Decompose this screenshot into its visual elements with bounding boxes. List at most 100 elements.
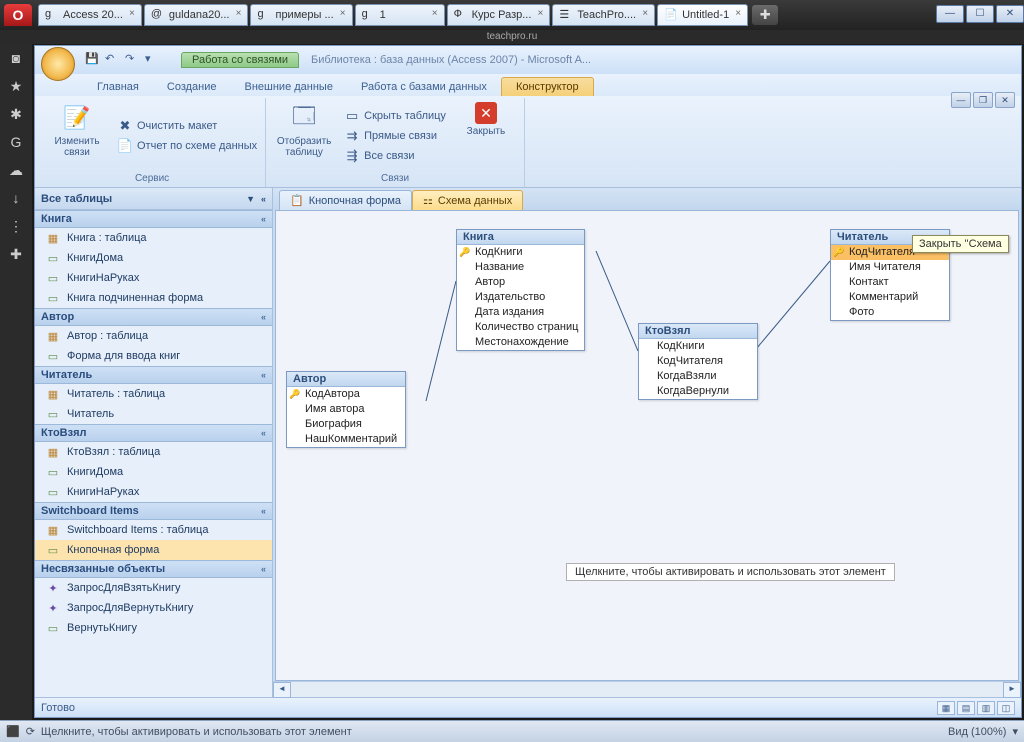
tab-close-icon[interactable]: × — [639, 8, 651, 20]
sidebar-icon[interactable]: ✚ — [7, 246, 25, 264]
address-bar[interactable]: teachpro.ru — [0, 30, 1024, 44]
mdi-close[interactable]: ✕ — [995, 92, 1015, 108]
table-field[interactable]: Название — [457, 260, 584, 275]
opera-menu-button[interactable]: O — [4, 4, 32, 26]
table-field[interactable]: Местонахождение — [457, 335, 584, 350]
nav-item[interactable]: ✦ЗапросДляВзятьКнигу — [35, 578, 272, 598]
table-field[interactable]: КодКниги — [457, 245, 584, 260]
table-field[interactable]: Издательство — [457, 290, 584, 305]
table-field[interactable]: Контакт — [831, 275, 949, 290]
browser-tab[interactable]: gпримеры ...× — [250, 4, 352, 26]
tab-close-icon[interactable]: × — [337, 8, 349, 20]
sidebar-icon[interactable]: ✱ — [7, 106, 25, 124]
collapse-nav-icon[interactable]: « — [261, 194, 266, 204]
table-window[interactable]: АвторКодАвтораИмя автораБиографияНашКомм… — [286, 371, 406, 448]
document-tab[interactable]: 📋Кнопочная форма — [279, 190, 412, 210]
table-field[interactable]: НашКомментарий — [287, 432, 405, 447]
table-window-title[interactable]: КтоВзял — [639, 324, 757, 339]
nav-item[interactable]: ▦Автор : таблица — [35, 326, 272, 346]
horizontal-scrollbar[interactable] — [273, 681, 1021, 697]
nav-item[interactable]: ▦Switchboard Items : таблица — [35, 520, 272, 540]
clear-layout-button[interactable]: ✖Очистить макет — [115, 117, 259, 135]
nav-item[interactable]: ▭Кнопочная форма — [35, 540, 272, 560]
ribbon-tab[interactable]: Внешние данные — [231, 78, 347, 96]
nav-group-header[interactable]: Switchboard Items« — [35, 502, 272, 520]
table-field[interactable]: КогдаВзяли — [639, 369, 757, 384]
redo-icon[interactable]: ↷ — [125, 52, 141, 68]
nav-item[interactable]: ✦ЗапросДляВернутьКнигу — [35, 598, 272, 618]
table-field[interactable]: КодАвтора — [287, 387, 405, 402]
nav-item[interactable]: ▦КтоВзял : таблица — [35, 442, 272, 462]
hide-table-button[interactable]: ▭Скрыть таблицу — [342, 107, 448, 125]
table-window-title[interactable]: Автор — [287, 372, 405, 387]
table-window-title[interactable]: Книга — [457, 230, 584, 245]
sidebar-icon[interactable]: G — [7, 134, 25, 152]
nav-item[interactable]: ▭КнигиНаРуках — [35, 482, 272, 502]
sidebar-icon[interactable]: ◙ — [7, 50, 25, 68]
new-tab-button[interactable]: ✚ — [752, 5, 778, 25]
nav-item[interactable]: ▭ВернутьКнигу — [35, 618, 272, 638]
view-btn[interactable]: ▦ — [937, 701, 955, 715]
table-field[interactable]: Биография — [287, 417, 405, 432]
table-field[interactable]: Фото — [831, 305, 949, 320]
chevron-down-icon[interactable]: ▾ — [1012, 725, 1018, 738]
table-field[interactable]: Количество страниц — [457, 320, 584, 335]
edit-relationships-button[interactable]: 📝 Изменить связи — [45, 100, 109, 172]
view-btn[interactable]: ◫ — [997, 701, 1015, 715]
close-button-ribbon[interactable]: ✕ Закрыть — [454, 100, 518, 172]
mdi-minimize[interactable]: — — [951, 92, 971, 108]
tab-close-icon[interactable]: × — [126, 8, 138, 20]
ribbon-tab[interactable]: Конструктор — [501, 77, 594, 96]
ribbon-tab[interactable]: Главная — [83, 78, 153, 96]
minimize-button[interactable]: — — [936, 5, 964, 23]
table-field[interactable]: Имя Читателя — [831, 260, 949, 275]
browser-tab[interactable]: ФКурс Разр...× — [447, 4, 551, 26]
nav-group-header[interactable]: КтоВзял« — [35, 424, 272, 442]
nav-item[interactable]: ▭Форма для ввода книг — [35, 346, 272, 366]
direct-relations-button[interactable]: ⇉Прямые связи — [342, 127, 448, 145]
sidebar-icon[interactable]: ☁ — [7, 162, 25, 180]
mdi-restore[interactable]: ❐ — [973, 92, 993, 108]
undo-icon[interactable]: ↶ — [105, 52, 121, 68]
browser-tab[interactable]: g1× — [355, 4, 445, 26]
table-field[interactable]: КодЧитателя — [639, 354, 757, 369]
nav-group-header[interactable]: Книга« — [35, 210, 272, 228]
maximize-button[interactable]: ☐ — [966, 5, 994, 23]
view-btn[interactable]: ▤ — [957, 701, 975, 715]
table-field[interactable]: КогдаВернули — [639, 384, 757, 399]
nav-item[interactable]: ▦Читатель : таблица — [35, 384, 272, 404]
ribbon-tab[interactable]: Создание — [153, 78, 231, 96]
nav-item[interactable]: ▭Читатель — [35, 404, 272, 424]
table-field[interactable]: Имя автора — [287, 402, 405, 417]
all-relations-button[interactable]: ⇶Все связи — [342, 147, 448, 165]
zoom-label[interactable]: Вид (100%) — [948, 726, 1006, 738]
nav-group-header[interactable]: Читатель« — [35, 366, 272, 384]
tab-close-icon[interactable]: × — [534, 8, 546, 20]
nav-item[interactable]: ▦Книга : таблица — [35, 228, 272, 248]
relationships-canvas[interactable]: АвторКодАвтораИмя автораБиографияНашКомм… — [275, 210, 1019, 681]
qat-more-icon[interactable]: ▾ — [145, 52, 161, 68]
tab-close-icon[interactable]: × — [232, 8, 244, 20]
table-window[interactable]: КнигаКодКнигиНазваниеАвторИздательствоДа… — [456, 229, 585, 351]
reload-icon[interactable]: ⟳ — [26, 725, 35, 738]
sidebar-icon[interactable]: ↓ — [7, 190, 25, 208]
nav-group-header[interactable]: Автор« — [35, 308, 272, 326]
table-field[interactable]: Дата издания — [457, 305, 584, 320]
table-field[interactable]: КодКниги — [639, 339, 757, 354]
view-btn[interactable]: ▥ — [977, 701, 995, 715]
back-icon[interactable]: ⬛ — [6, 725, 20, 738]
office-button[interactable] — [41, 47, 75, 81]
table-field[interactable]: Комментарий — [831, 290, 949, 305]
document-tab[interactable]: ⚏Схема данных — [412, 190, 523, 210]
nav-item[interactable]: ▭КнигиДома — [35, 248, 272, 268]
nav-pane-header[interactable]: Все таблицы ▼ « — [35, 188, 272, 210]
tab-close-icon[interactable]: × — [429, 8, 441, 20]
browser-tab[interactable]: ☰TeachPro....× — [552, 4, 655, 26]
save-icon[interactable]: 💾 — [85, 52, 101, 68]
nav-group-header[interactable]: Несвязанные объекты« — [35, 560, 272, 578]
tab-close-icon[interactable]: × — [732, 8, 744, 20]
browser-tab[interactable]: gAccess 20...× — [38, 4, 142, 26]
table-window[interactable]: КтоВзялКодКнигиКодЧитателяКогдаВзялиКогд… — [638, 323, 758, 400]
browser-tab[interactable]: @guldana20...× — [144, 4, 249, 26]
table-field[interactable]: Автор — [457, 275, 584, 290]
